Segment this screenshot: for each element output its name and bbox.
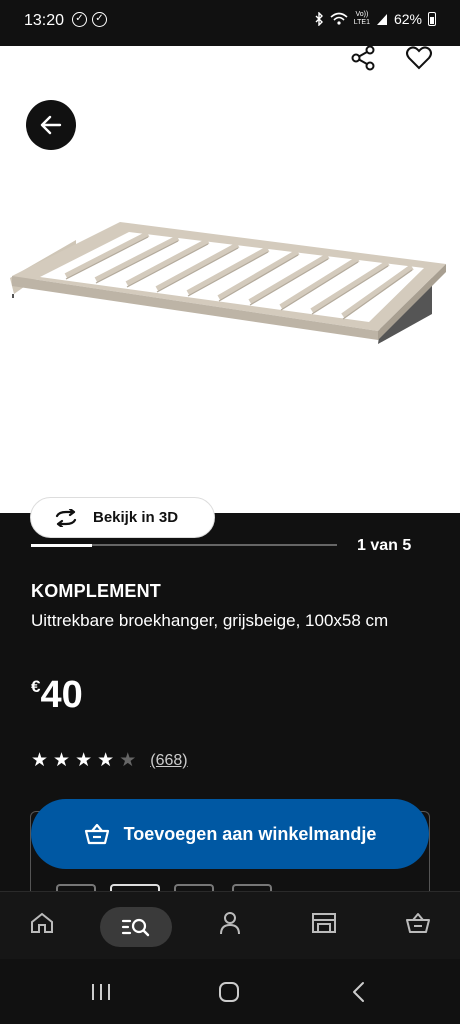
nav-home[interactable] bbox=[27, 908, 57, 938]
rotate-3d-icon bbox=[55, 508, 77, 527]
check-circle-icon: ✓ bbox=[72, 12, 87, 27]
gallery-position: 1 van 5 bbox=[357, 537, 412, 554]
system-navigation bbox=[0, 959, 460, 1024]
rating-stars: ★ ★ ★ ★ ★ bbox=[31, 751, 136, 771]
add-to-cart-label: Toevoegen aan winkelmandje bbox=[123, 823, 377, 844]
battery-icon bbox=[428, 12, 436, 26]
product-image bbox=[10, 222, 446, 344]
wifi-icon bbox=[330, 12, 348, 25]
basket-icon bbox=[84, 823, 109, 845]
recent-apps-icon[interactable] bbox=[90, 981, 112, 1003]
search-icon bbox=[121, 918, 150, 937]
person-icon bbox=[220, 912, 240, 935]
home-button-icon[interactable] bbox=[218, 981, 240, 1003]
price-value: 40 bbox=[40, 674, 83, 716]
rating[interactable]: ★ ★ ★ ★ ★ (668) bbox=[31, 751, 188, 771]
gallery-progress-fill bbox=[31, 543, 93, 547]
volte-label: Vo)) bbox=[355, 11, 369, 18]
lte-label: LTE1 bbox=[353, 19, 370, 26]
network-type: Vo)) LTE1 bbox=[354, 11, 370, 27]
star-empty-icon: ★ bbox=[119, 750, 137, 771]
view-in-3d-button[interactable]: Bekijk in 3D bbox=[30, 497, 215, 538]
product-name: KOMPLEMENT bbox=[31, 581, 161, 601]
price-currency: € bbox=[31, 677, 41, 696]
product-image-area[interactable]: Bekijk in 3D bbox=[0, 46, 460, 538]
home-icon bbox=[31, 912, 53, 933]
nav-search[interactable] bbox=[100, 907, 172, 947]
status-time: 13:20 bbox=[24, 12, 65, 29]
add-to-cart-button[interactable]: Toevoegen aan winkelmandje bbox=[31, 799, 429, 869]
nav-profile[interactable] bbox=[215, 908, 245, 938]
store-icon bbox=[312, 913, 336, 933]
view-in-3d-label: Bekijk in 3D bbox=[93, 509, 179, 526]
star-filled-icon: ★ bbox=[75, 750, 93, 771]
heart-icon[interactable] bbox=[404, 46, 434, 72]
bottom-navigation bbox=[0, 891, 460, 959]
nav-store[interactable] bbox=[309, 908, 339, 938]
status-bar: 13:20 ✓ ✓ Vo)) LTE1 62% bbox=[0, 0, 460, 46]
gallery-progress bbox=[31, 543, 337, 547]
share-icon[interactable] bbox=[348, 46, 378, 72]
star-filled-icon: ★ bbox=[31, 750, 49, 771]
arrow-left-icon bbox=[40, 115, 62, 135]
status-indicators: Vo)) LTE1 62% bbox=[314, 11, 436, 27]
basket-icon bbox=[406, 913, 430, 933]
check-circle-icon: ✓ bbox=[92, 12, 107, 27]
back-button[interactable] bbox=[26, 100, 76, 150]
star-filled-icon: ★ bbox=[97, 750, 115, 771]
nav-basket[interactable] bbox=[403, 908, 433, 938]
reviews-link[interactable]: (668) bbox=[150, 752, 187, 770]
product-price: €40 bbox=[31, 674, 83, 717]
star-filled-icon: ★ bbox=[53, 750, 71, 771]
battery-percent: 62% bbox=[393, 11, 422, 27]
bluetooth-icon bbox=[315, 12, 323, 26]
back-nav-icon[interactable] bbox=[348, 981, 370, 1003]
product-description: Uittrekbare broekhanger, grijsbeige, 100… bbox=[31, 611, 389, 630]
signal-icon bbox=[376, 14, 387, 25]
